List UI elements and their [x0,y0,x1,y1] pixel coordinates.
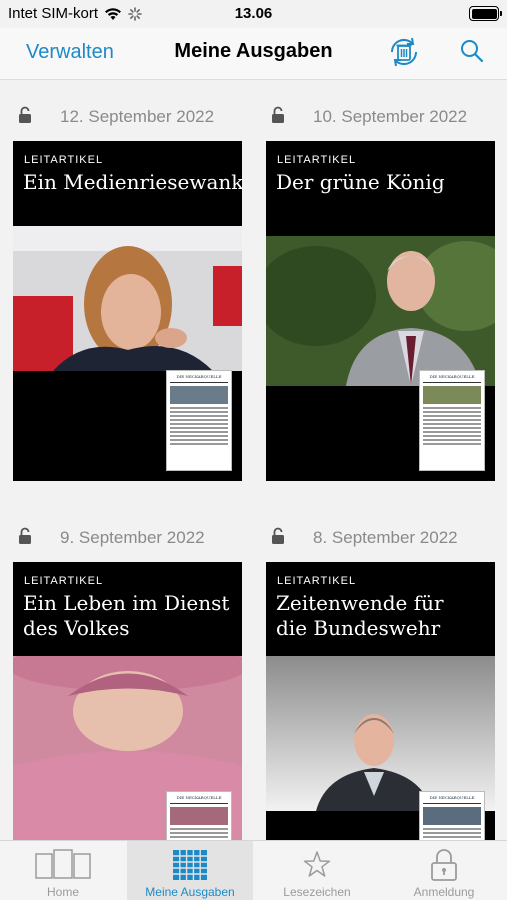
issue-date-row: 8. September 2022 [266,521,495,551]
app-screen: Intet SIM-kort 13.06 Verwalten Meine Aus… [0,0,507,900]
cover-kicker: LEITARTIKEL [24,154,104,166]
cover-headline: Der grüne König [276,170,495,195]
issue-cover[interactable]: LEITARTIKEL Ein Medienriesewankt DIE NEC… [13,141,242,481]
issue-cover[interactable]: LEITARTIKEL Der grüne König DIE NECKARQU… [266,141,495,481]
tab-label: Home [46,885,79,899]
tab-bookmarks[interactable]: Lesezeichen [254,841,380,900]
star-icon [303,851,331,877]
issue-date-row: 10. September 2022 [266,100,495,130]
battery-icon [469,6,502,21]
unlocked-icon [272,527,284,544]
status-bar: Intet SIM-kort 13.06 [0,0,507,28]
issue-cover[interactable]: LEITARTIKEL Ein Leben im Dienst des Volk… [13,562,242,840]
issue-date: 9. September 2022 [60,528,205,547]
issue-date: 12. September 2022 [60,107,215,126]
home-pages-icon [35,849,91,879]
cover-kicker: LEITARTIKEL [277,154,357,166]
search-icon[interactable] [459,38,485,64]
status-time: 13.06 [234,5,273,22]
cover-kicker: LEITARTIKEL [24,575,104,587]
tab-home[interactable]: Home [0,841,126,900]
unlocked-icon [272,106,284,123]
headline-line: Zeitenwende für [276,591,444,615]
tab-label: Meine Ausgaben [145,885,235,899]
cover-photo [13,226,242,371]
tab-bar: Home Meine Ausgaben Lesezeichen Anmeldun… [0,840,507,900]
cover-headline: Zeitenwende für die Bundeswehr [276,591,495,641]
navigation-bar: Verwalten Meine Ausgaben [0,28,507,80]
issue-date-row: 12. September 2022 [13,100,242,130]
headline-line: Ein Medienriesewankt [23,170,242,194]
headline-line: Ein Leben im Dienst [23,591,230,615]
tab-my-issues[interactable]: Meine Ausgaben [127,841,253,900]
tab-login[interactable]: Anmeldung [381,841,507,900]
cover-headline: Ein Medienriesewankt [23,170,242,195]
front-page-thumbnail: DIE NECKARQUELLE [419,791,485,840]
cover-headline: Ein Leben im Dienst des Volkes [23,591,242,641]
lock-icon [431,849,457,881]
cover-photo [266,656,495,811]
unlocked-icon [19,527,31,544]
headline-line: des Volkes [23,616,130,640]
unlocked-icon [19,106,31,123]
tab-label: Anmeldung [413,885,475,899]
issue-date: 10. September 2022 [313,107,468,126]
issue-date-row: 9. September 2022 [13,521,242,551]
headline-line: Der grüne König [276,170,445,194]
front-page-thumbnail: DIE NECKARQUELLE [419,370,485,471]
headline-line: die Bundeswehr [276,616,441,640]
page-title: Meine Ausgaben [174,40,333,62]
front-page-thumbnail: DIE NECKARQUELLE [166,370,232,471]
issue-cover[interactable]: LEITARTIKEL Zeitenwende für die Bundeswe… [266,562,495,840]
refresh-trash-icon[interactable] [386,34,422,70]
issues-grid: 12. September 2022 LEITARTIKEL Ein Medie… [0,80,507,840]
cover-photo [266,236,495,386]
grid-icon [173,850,207,880]
issue-date: 8. September 2022 [313,528,458,547]
cover-kicker: LEITARTIKEL [277,575,357,587]
tab-label: Lesezeichen [283,885,351,899]
front-page-thumbnail: DIE NECKARQUELLE [166,791,232,840]
